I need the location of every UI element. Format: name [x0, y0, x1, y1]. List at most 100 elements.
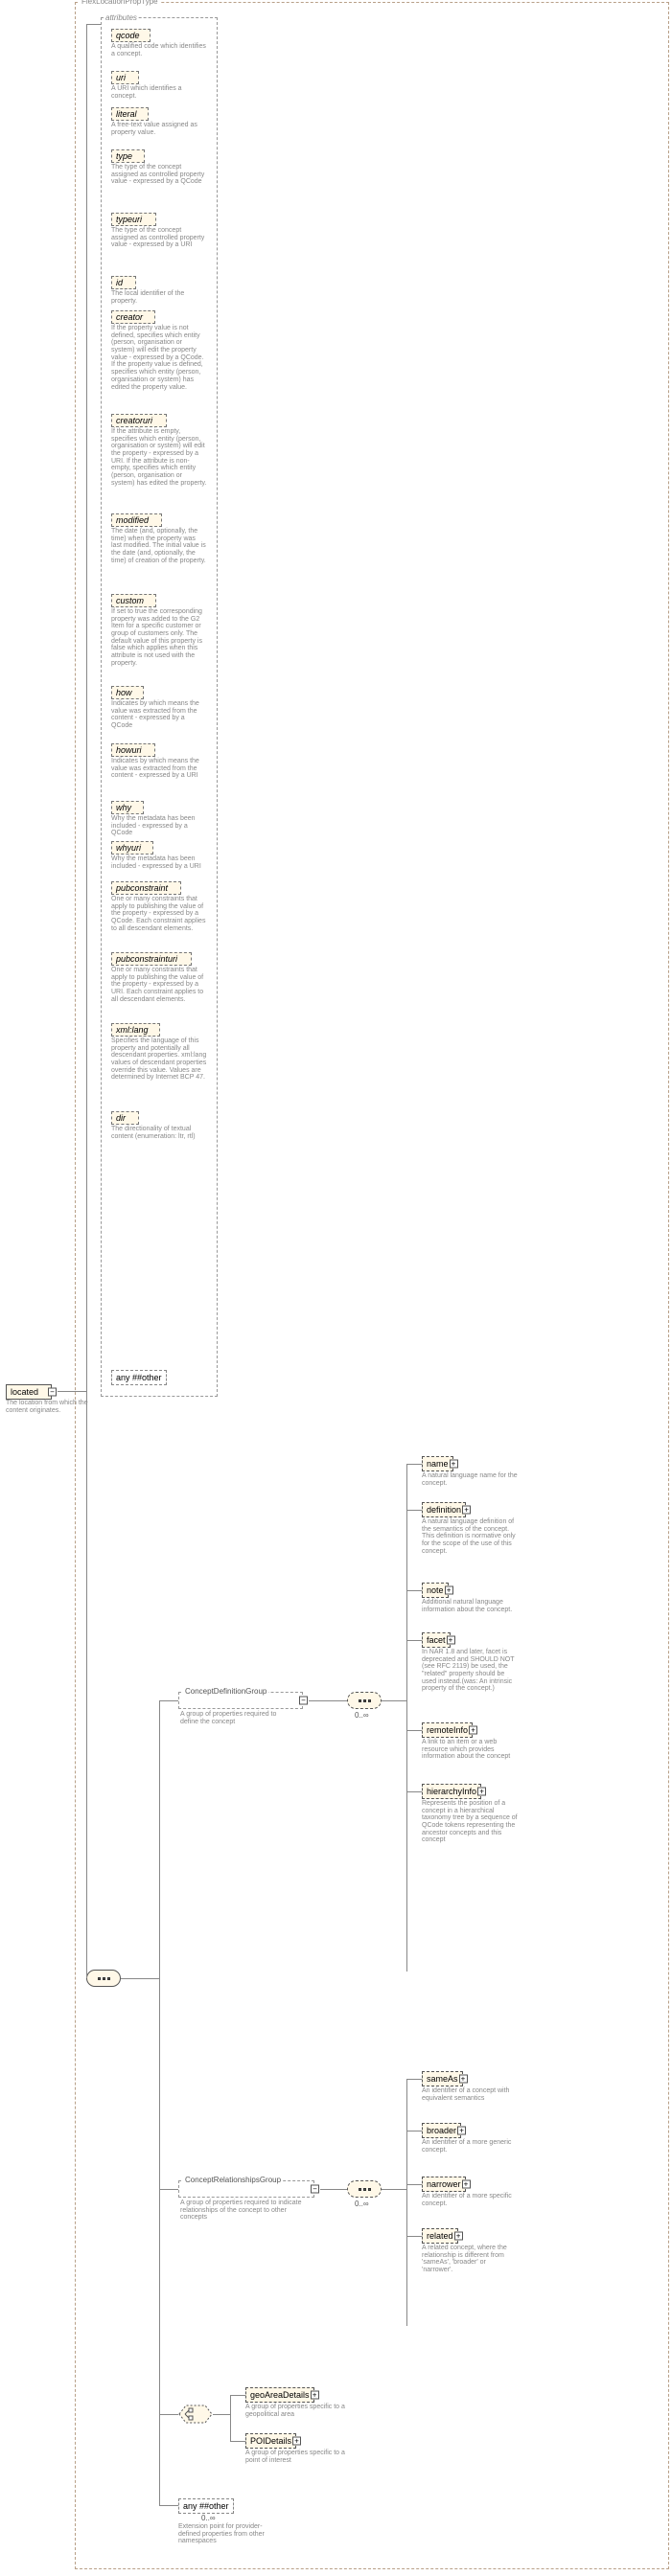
collapse-icon[interactable]: −: [299, 1697, 308, 1705]
collapse-icon[interactable]: −: [48, 1388, 57, 1397]
occurs-label: 0..∞: [355, 1711, 369, 1720]
element-located: located −: [6, 1384, 52, 1400]
attribute-whyuri: whyuri: [111, 841, 153, 855]
any-label: any ##other: [183, 2501, 229, 2511]
element-desc: A link to an item or a web resource whic…: [422, 1739, 518, 1761]
element-hierarchyinfo: hierarchyInfo+: [422, 1784, 481, 1799]
attribute-desc: One or many constraints that apply to pu…: [111, 967, 207, 1003]
attribute-uri: uri: [111, 71, 139, 84]
attribute-id: id: [111, 276, 136, 289]
expand-icon[interactable]: +: [292, 2437, 301, 2446]
expand-icon[interactable]: +: [477, 1788, 486, 1796]
attribute-pubconstrainturi: pubconstrainturi: [111, 952, 192, 966]
connector: [58, 1391, 86, 1392]
group-definition-frame: ConceptDefinitionGroup −: [178, 1692, 303, 1709]
attribute-desc: A URI which identifies a concept.: [111, 85, 207, 100]
group-relationships-frame: ConceptRelationshipsGroup −: [178, 2180, 314, 2198]
attribute-desc: A qualified code which identifies a conc…: [111, 43, 207, 57]
attribute-desc: If set to true the corresponding propert…: [111, 608, 207, 668]
connector: [406, 1464, 407, 1972]
sequence-def: [347, 1692, 382, 1709]
attribute-desc: The local identifier of the property.: [111, 290, 207, 305]
connector: [159, 1700, 160, 2505]
group-relationships-desc: A group of properties required to indica…: [180, 2200, 303, 2222]
element-name: name+: [422, 1456, 453, 1471]
sequence-rel: [347, 2180, 382, 2198]
group-definition-desc: A group of properties required to define…: [180, 1711, 286, 1725]
attribute-desc: Why the metadata has been included - exp…: [111, 855, 207, 870]
attribute-literal: literal: [111, 107, 149, 121]
element-desc: An identifier of a more specific concept…: [422, 2193, 518, 2207]
collapse-icon[interactable]: −: [311, 2185, 319, 2194]
connector: [121, 1978, 159, 1979]
attribute-why: why: [111, 801, 144, 814]
connector: [406, 1791, 422, 1792]
expand-icon[interactable]: +: [462, 1506, 471, 1515]
type-label: FlexLocationPropType: [80, 0, 160, 6]
connector: [406, 2236, 422, 2237]
connector: [382, 2189, 406, 2190]
element-desc: An identifier of a concept with equivale…: [422, 2087, 518, 2102]
connector: [406, 2079, 422, 2080]
connector: [86, 24, 101, 25]
group-relationships-label: ConceptRelationshipsGroup: [183, 2176, 283, 2184]
attribute-desc: A free-text value assigned as property v…: [111, 122, 207, 136]
element-label: located: [11, 1387, 38, 1397]
element-desc: An identifier of a more generic concept.: [422, 2139, 518, 2154]
expand-icon[interactable]: +: [462, 2180, 471, 2189]
attribute-desc: If the attribute is empty, specifies whi…: [111, 428, 207, 488]
attribute-modified: modified: [111, 513, 162, 527]
connector: [406, 1640, 422, 1641]
expand-icon[interactable]: +: [445, 1586, 453, 1595]
expand-icon[interactable]: +: [450, 1460, 458, 1469]
attribute-desc: The type of the concept assigned as cont…: [111, 227, 207, 249]
attribute-desc: Indicates by which means the value was e…: [111, 758, 207, 780]
attribute-typeuri: typeuri: [111, 213, 156, 226]
connector: [159, 2414, 178, 2415]
expand-icon[interactable]: +: [311, 2391, 319, 2400]
connector: [159, 1700, 178, 1701]
element-desc: Additional natural language information …: [422, 1599, 518, 1613]
element-desc: A group of properties specific to a geop…: [245, 2404, 351, 2418]
choice-shape: [178, 2405, 213, 2424]
attribute-how: how: [111, 686, 144, 699]
element-related: related+: [422, 2228, 458, 2244]
attribute-any-other: any ##other: [111, 1370, 167, 1385]
attribute-qcode: qcode: [111, 29, 151, 42]
connector: [86, 24, 87, 1391]
connector: [86, 1391, 87, 1978]
connector: [309, 1700, 347, 1701]
attribute-desc: The date (and, optionally, the time) whe…: [111, 528, 207, 564]
connector: [213, 2414, 230, 2415]
element-broader: broader+: [422, 2123, 461, 2138]
attribute-xml-lang: xml:lang: [111, 1023, 160, 1037]
attribute-dir: dir: [111, 1111, 139, 1125]
connector: [406, 2079, 407, 2326]
expand-icon[interactable]: +: [447, 1636, 455, 1645]
connector: [382, 1700, 406, 1701]
connector: [320, 2189, 347, 2190]
attribute-howuri: howuri: [111, 743, 155, 757]
expand-icon[interactable]: +: [459, 2075, 468, 2084]
element-geoareadetails: geoAreaDetails+: [245, 2387, 314, 2403]
sequence-main: [86, 1970, 121, 1987]
expand-icon[interactable]: +: [454, 2232, 463, 2241]
attribute-pubconstraint: pubconstraint: [111, 881, 181, 895]
attribute-type: type: [111, 149, 145, 163]
occurs-label: 0..∞: [201, 2514, 216, 2522]
attribute-creatoruri: creatoruri: [111, 414, 167, 427]
connector: [230, 2395, 245, 2396]
attributes-label: attributes: [104, 13, 138, 22]
any-desc: Extension point for provider-defined pro…: [178, 2523, 274, 2545]
expand-icon[interactable]: +: [469, 1726, 477, 1735]
attribute-desc: If the property value is not defined, sp…: [111, 325, 207, 391]
element-facet: facet+: [422, 1632, 451, 1648]
attribute-desc: Indicates by which means the value was e…: [111, 700, 207, 730]
attribute-desc: The type of the concept assigned as cont…: [111, 164, 207, 186]
element-sameas: sameAs+: [422, 2071, 463, 2086]
attribute-desc: Specifies the language of this property …: [111, 1037, 207, 1082]
connector: [406, 1590, 422, 1591]
expand-icon[interactable]: +: [457, 2127, 466, 2135]
connector: [159, 2189, 178, 2190]
element-definition: definition+: [422, 1502, 466, 1517]
